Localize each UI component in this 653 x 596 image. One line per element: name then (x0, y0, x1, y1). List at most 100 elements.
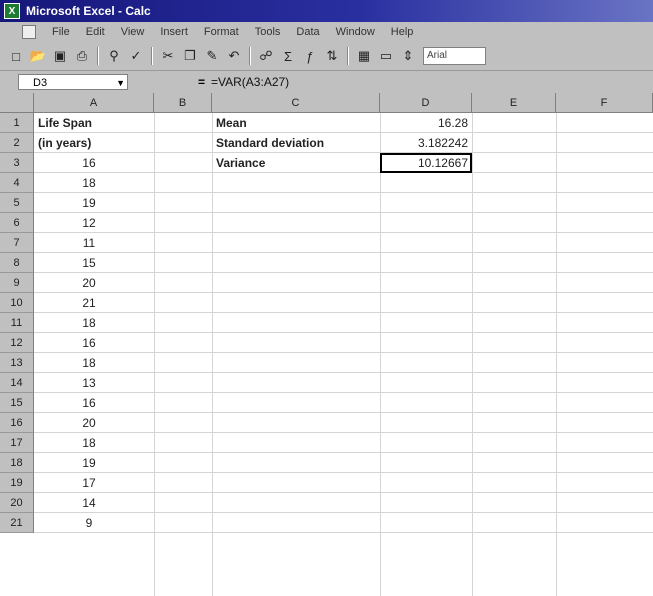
life-span-cell[interactable]: 12 (34, 213, 144, 233)
row-header[interactable]: 12 (0, 333, 34, 353)
function-icon[interactable]: ƒ (300, 46, 320, 66)
grid-column-line (556, 113, 557, 596)
menu-bar: File Edit View Insert Format Tools Data … (0, 22, 653, 43)
standard-toolbar: □ 📂 ▣ ⎙ ⚲ ✓ ✂ ❐ ✎ ↶ ☍ Σ ƒ ⇅ ▦ ▭ ⇕ Arial (0, 42, 653, 71)
save-icon[interactable]: ▣ (50, 46, 70, 66)
cell-d2[interactable]: 3.182242 (380, 133, 472, 153)
toolbar-separator (249, 47, 251, 65)
life-span-cell[interactable]: 20 (34, 413, 144, 433)
print-icon[interactable]: ⎙ (72, 46, 92, 66)
undo-icon[interactable]: ↶ (224, 46, 244, 66)
window-title: Microsoft Excel - Calc (26, 4, 151, 18)
column-header-c[interactable]: C (212, 93, 380, 113)
column-header-f[interactable]: F (556, 93, 653, 113)
cell-d1[interactable]: 16.28 (380, 113, 472, 133)
chart-wizard-icon[interactable]: ▦ (354, 46, 374, 66)
name-box-value: D3 (33, 77, 48, 89)
life-span-cell[interactable]: 18 (34, 173, 144, 193)
print-preview-icon[interactable]: ⚲ (104, 46, 124, 66)
menu-file[interactable]: File (44, 26, 78, 38)
menu-edit[interactable]: Edit (78, 26, 113, 38)
life-span-cell[interactable]: 21 (34, 293, 144, 313)
life-span-cell[interactable]: 18 (34, 433, 144, 453)
row-header[interactable]: 1 (0, 113, 34, 133)
paste-icon[interactable]: ✎ (202, 46, 222, 66)
life-span-cell[interactable]: 16 (34, 333, 144, 353)
row-header[interactable]: 11 (0, 313, 34, 333)
row-header[interactable]: 16 (0, 413, 34, 433)
menu-help[interactable]: Help (383, 26, 422, 38)
life-span-cell[interactable]: 13 (34, 373, 144, 393)
row-header[interactable]: 14 (0, 373, 34, 393)
formula-input[interactable]: =VAR(A3:A27) (211, 75, 289, 89)
row-header[interactable]: 5 (0, 193, 34, 213)
menu-tools[interactable]: Tools (247, 26, 289, 38)
life-span-cell[interactable]: 15 (34, 253, 144, 273)
toolbar-separator (151, 47, 153, 65)
life-span-cell[interactable]: 18 (34, 353, 144, 373)
life-span-cell[interactable]: 9 (34, 513, 144, 533)
life-span-cell[interactable]: 17 (34, 473, 144, 493)
font-name-box[interactable]: Arial (423, 47, 486, 65)
grid-column-line (212, 113, 213, 596)
menu-insert[interactable]: Insert (152, 26, 196, 38)
zoom-icon[interactable]: ⇕ (398, 46, 418, 66)
cell-c3[interactable]: Variance (216, 153, 380, 173)
name-box[interactable]: D3 ▼ (18, 74, 128, 90)
life-span-cell[interactable]: 19 (34, 453, 144, 473)
document-icon[interactable] (22, 25, 36, 39)
life-span-cell[interactable]: 14 (34, 493, 144, 513)
row-header[interactable]: 20 (0, 493, 34, 513)
cell-a2[interactable]: (in years) (38, 133, 152, 153)
row-header[interactable]: 15 (0, 393, 34, 413)
formula-equals-label: = (198, 75, 206, 89)
new-icon[interactable]: □ (6, 46, 26, 66)
menu-window[interactable]: Window (328, 26, 383, 38)
row-header[interactable]: 10 (0, 293, 34, 313)
row-header[interactable]: 6 (0, 213, 34, 233)
worksheet-grid[interactable]: A B C D E F 1 2 3 4 5 6 7 8 9 10 11 12 13 14 15 16 17 18 1… (0, 93, 653, 596)
excel-icon: X (4, 3, 20, 19)
column-header-d[interactable]: D (380, 93, 472, 113)
hyperlink-icon[interactable]: ☍ (256, 46, 276, 66)
row-header[interactable]: 2 (0, 133, 34, 153)
column-header-b[interactable]: B (154, 93, 212, 113)
row-header[interactable]: 8 (0, 253, 34, 273)
column-header-a[interactable]: A (34, 93, 154, 113)
life-span-cell[interactable]: 16 (34, 393, 144, 413)
row-header[interactable]: 17 (0, 433, 34, 453)
row-header[interactable]: 21 (0, 513, 34, 533)
row-header[interactable]: 18 (0, 453, 34, 473)
formula-bar: D3 ▼ = =VAR(A3:A27) (0, 71, 653, 94)
copy-icon[interactable]: ❐ (180, 46, 200, 66)
menu-format[interactable]: Format (196, 26, 247, 38)
sort-ascending-icon[interactable]: ⇅ (322, 46, 342, 66)
life-span-cell[interactable]: 18 (34, 313, 144, 333)
open-icon[interactable]: 📂 (28, 46, 48, 66)
life-span-cell[interactable]: 19 (34, 193, 144, 213)
life-span-cell[interactable]: 11 (34, 233, 144, 253)
menu-view[interactable]: View (113, 26, 153, 38)
row-header[interactable]: 7 (0, 233, 34, 253)
row-header[interactable]: 19 (0, 473, 34, 493)
life-span-cell[interactable]: 16 (34, 153, 144, 173)
row-header[interactable]: 9 (0, 273, 34, 293)
chevron-down-icon[interactable]: ▼ (116, 75, 125, 91)
cell-c2[interactable]: Standard deviation (216, 133, 380, 153)
row-header[interactable]: 4 (0, 173, 34, 193)
row-header[interactable]: 13 (0, 353, 34, 373)
toolbar-separator (347, 47, 349, 65)
cut-icon[interactable]: ✂ (158, 46, 178, 66)
toolbar-separator (97, 47, 99, 65)
spelling-icon[interactable]: ✓ (126, 46, 146, 66)
menu-data[interactable]: Data (288, 26, 327, 38)
cell-d3-selected[interactable]: 10.12667 (380, 153, 472, 173)
column-header-e[interactable]: E (472, 93, 556, 113)
life-span-cell[interactable]: 20 (34, 273, 144, 293)
cell-a1[interactable]: Life Span (38, 113, 152, 133)
row-header[interactable]: 3 (0, 153, 34, 173)
select-all-corner[interactable] (0, 93, 34, 113)
drawing-icon[interactable]: ▭ (376, 46, 396, 66)
autosum-icon[interactable]: Σ (278, 46, 298, 66)
cell-c1[interactable]: Mean (216, 113, 380, 133)
